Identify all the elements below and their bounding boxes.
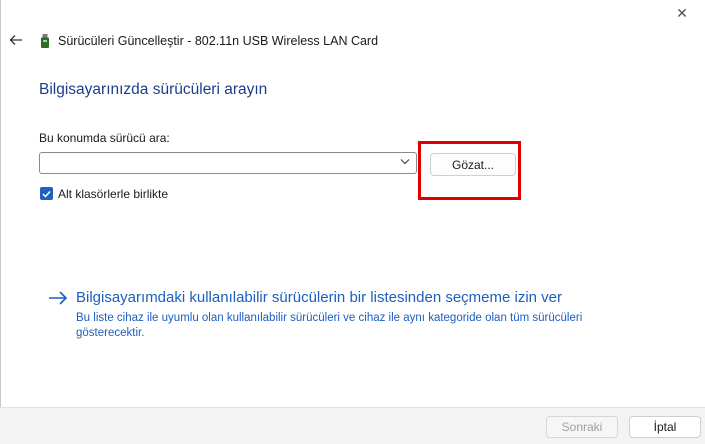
close-button[interactable]: ✕ (659, 0, 705, 26)
window-left-border (0, 0, 1, 443)
chevron-down-icon[interactable] (400, 158, 410, 165)
include-subfolders-checkbox[interactable] (40, 187, 53, 200)
checkmark-icon (42, 190, 51, 198)
pick-from-list-description: Bu liste cihaz ile uyumlu olan kullanıla… (76, 312, 583, 339)
usb-device-icon (41, 34, 49, 48)
highlight-annotation (418, 141, 521, 200)
location-label: Bu konumda sürücü ara: (39, 131, 170, 145)
cancel-button[interactable]: İptal (629, 416, 701, 438)
pick-from-list-link[interactable]: Bilgisayarımdaki kullanılabilir sürücüle… (76, 289, 562, 306)
dialog-title: Sürücüleri Güncelleştir - 802.11n USB Wi… (58, 34, 379, 48)
back-button[interactable] (6, 30, 26, 50)
next-button[interactable]: Sonraki (546, 416, 618, 438)
include-subfolders-label[interactable]: Alt klasörlerle birlikte (58, 187, 168, 201)
path-combobox[interactable] (39, 152, 417, 174)
page-heading: Bilgisayarınızda sürücüleri arayın (39, 81, 268, 98)
arrow-right-icon[interactable] (48, 290, 68, 306)
back-arrow-icon (9, 35, 22, 45)
close-icon: ✕ (676, 4, 688, 21)
